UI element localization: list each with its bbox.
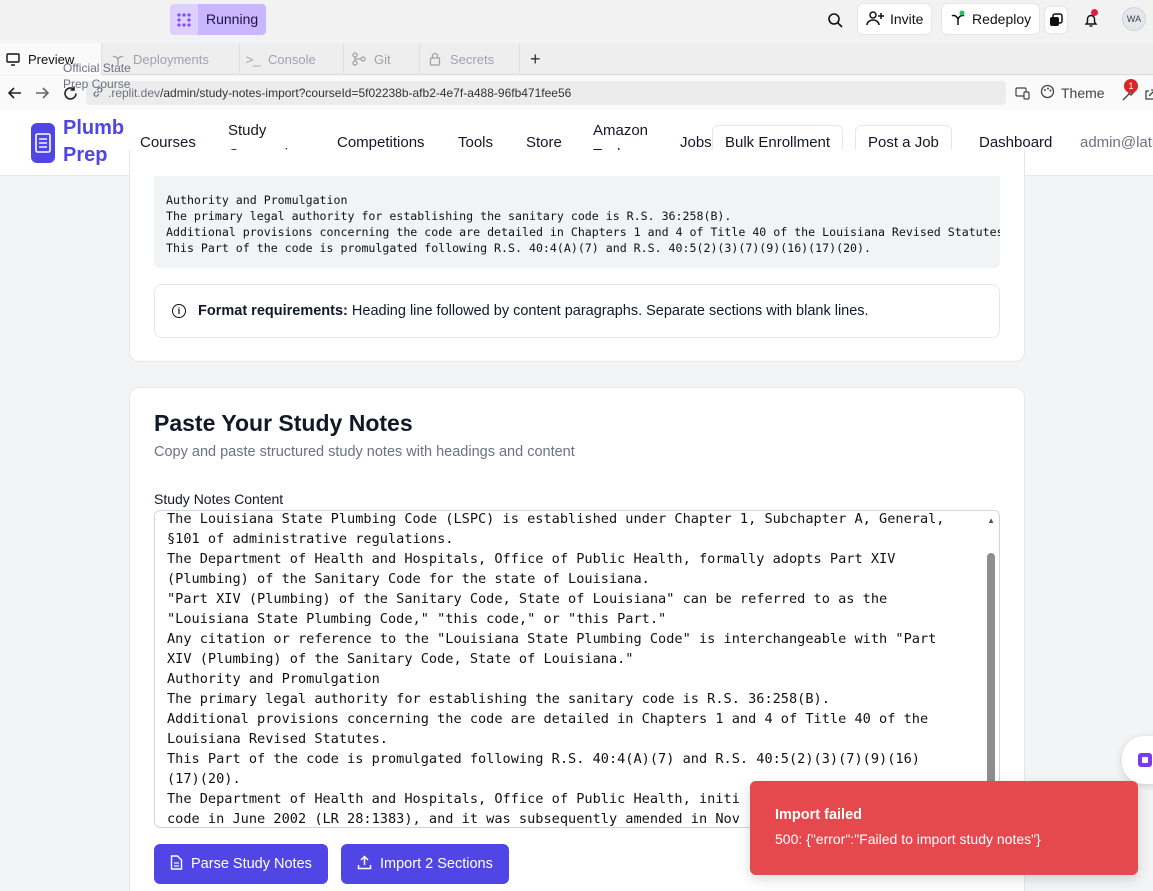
- tab-label: Console: [268, 51, 316, 67]
- invite-button[interactable]: Invite: [857, 3, 933, 35]
- import-button-label: Import 2 Sections: [380, 856, 493, 872]
- textarea-line: "Louisiana State Plumbing Code," "this c…: [167, 611, 667, 627]
- textarea-line: (Plumbing) of the Sanitary Code for the …: [167, 571, 650, 587]
- study-notes-label: Study Notes Content: [154, 491, 284, 507]
- paste-notes-subtitle: Copy and paste structured study notes wi…: [154, 444, 575, 460]
- run-status-button[interactable]: Running: [170, 4, 267, 35]
- tab-git[interactable]: Git: [344, 43, 420, 75]
- format-requirements-body: Heading line followed by content paragra…: [351, 303, 869, 319]
- theme-button[interactable]: Theme: [1040, 81, 1105, 105]
- tab-secrets[interactable]: Secrets: [420, 43, 520, 75]
- copy-icon[interactable]: [1044, 6, 1068, 34]
- external-link-icon[interactable]: [1141, 86, 1153, 104]
- textarea-line: §101 of administrative regulations.: [167, 531, 454, 547]
- url-input[interactable]: .replit.dev/admin/study-notes-import?cou…: [86, 81, 1006, 105]
- lock-icon: [428, 52, 442, 66]
- textarea-line: Any citation or reference to the "Louisi…: [167, 631, 937, 647]
- error-toast[interactable]: Import failed 500: {"error":"Failed to i…: [750, 781, 1138, 875]
- workspace-tabs: Preview Deployments >_ Console Git Secre…: [0, 43, 1153, 75]
- notification-badge: 1: [1124, 79, 1138, 93]
- redeploy-icon: [950, 10, 966, 29]
- upload-icon: [357, 854, 372, 874]
- redeploy-button[interactable]: Redeploy: [941, 3, 1041, 35]
- forward-arrow-icon[interactable]: [33, 84, 51, 102]
- redeploy-label: Redeploy: [972, 11, 1032, 27]
- invite-label: Invite: [890, 11, 924, 27]
- building-logo-icon[interactable]: [31, 123, 55, 163]
- tab-label: Secrets: [450, 51, 495, 67]
- url-path: /admin/study-notes-import?courseId=5f022…: [160, 86, 572, 100]
- nav-label-line: Amazon: [593, 122, 649, 139]
- info-icon: i: [172, 304, 186, 318]
- document-icon: [170, 854, 183, 874]
- replit-topbar: Running Invite Redeploy WA: [0, 0, 1153, 40]
- format-requirements-note: i Format requirements: Heading line foll…: [154, 284, 1000, 338]
- terminal-icon: >_: [245, 51, 261, 67]
- textarea-line: The Louisiana State Plumbing Code (LSPC)…: [167, 511, 945, 527]
- textarea-line: Additional provisions concerning the cod…: [167, 711, 929, 727]
- running-icon: [170, 4, 198, 35]
- palette-icon: [1040, 84, 1055, 102]
- avatar[interactable]: WA: [1122, 7, 1146, 31]
- tab-label: Deployments: [133, 51, 209, 67]
- import-sections-button[interactable]: Import 2 Sections: [341, 844, 509, 884]
- back-arrow-icon[interactable]: [6, 84, 24, 102]
- scroll-up-icon[interactable]: ▲: [987, 516, 995, 525]
- add-user-icon: [866, 10, 884, 29]
- example-format-block: Authority and Promulgation The primary l…: [154, 176, 1000, 268]
- nav-label-line: Study: [228, 122, 267, 139]
- textarea-line: The primary legal authority for establis…: [167, 691, 830, 707]
- paste-notes-title: Paste Your Study Notes: [154, 410, 413, 436]
- parse-study-notes-button[interactable]: Parse Study Notes: [154, 844, 328, 884]
- tab-console[interactable]: >_ Console: [240, 43, 344, 75]
- tagline-line: Prep Course: [63, 77, 131, 91]
- format-requirements-text: Format requirements: Heading line follow…: [198, 303, 869, 319]
- textarea-line: The Department of Health and Hospitals, …: [167, 551, 896, 567]
- devices-icon[interactable]: [1013, 84, 1031, 102]
- brand-line-1: Plumb: [63, 117, 125, 139]
- user-menu[interactable]: admin@latr: [1080, 131, 1153, 155]
- textarea-line: This Part of the code is promulgated fol…: [167, 751, 920, 767]
- theme-label: Theme: [1061, 85, 1105, 101]
- git-icon: [352, 52, 366, 66]
- search-icon[interactable]: [823, 8, 847, 32]
- run-status-label: Running: [198, 4, 267, 35]
- tagline-line: Official State: [63, 61, 131, 75]
- brand-tagline: Official State Prep Course: [63, 60, 131, 92]
- format-requirements-bold: Format requirements:: [198, 303, 348, 319]
- monitor-icon: [6, 52, 20, 66]
- toast-message: 500: {"error":"Failed to import study no…: [775, 831, 1041, 847]
- notification-dot: [1091, 9, 1098, 16]
- add-tab-icon[interactable]: +: [520, 43, 552, 75]
- address-bar-row: .replit.dev/admin/study-notes-import?cou…: [0, 76, 1153, 110]
- textarea-line: Louisiana Revised Statutes.: [167, 731, 388, 747]
- brand-name[interactable]: Plumb Prep: [63, 115, 124, 169]
- textarea-line: Authority and Promulgation: [167, 671, 380, 687]
- parse-button-label: Parse Study Notes: [191, 856, 312, 872]
- textarea-line: XIV (Plumbing) of the Sanitary Code, Sta…: [167, 651, 634, 667]
- tab-label: Git: [374, 51, 391, 67]
- textarea-scrollbar[interactable]: ▲: [983, 511, 999, 827]
- scroll-thumb[interactable]: [987, 553, 995, 803]
- brand-line-2: Prep: [63, 144, 108, 166]
- floating-helper-icon[interactable]: [1122, 736, 1153, 784]
- toast-title: Import failed: [775, 807, 863, 823]
- textarea-line: "Part XIV (Plumbing) of the Sanitary Cod…: [167, 591, 888, 607]
